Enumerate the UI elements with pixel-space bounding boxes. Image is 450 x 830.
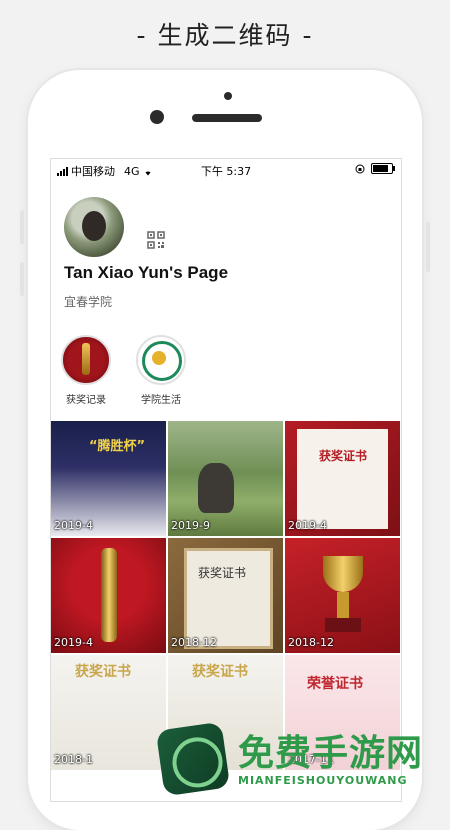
category-campus-life[interactable]: 学院生活 [131,335,191,406]
photo-tile[interactable]: “腾胜杯” 2019-4 [51,421,166,536]
page-title: Tan Xiao Yun's Page [64,263,229,282]
phone-side-button [20,262,24,296]
photo-date: 2018-12 [288,636,334,649]
photo-tile[interactable]: 2018-12 [285,538,400,653]
photo-tile[interactable]: 2019-4 [51,538,166,653]
photo-tile[interactable]: 获奖证书 2018-12 [168,538,283,653]
school-name: 宜春学院 [64,295,113,309]
app-screen: 中国移动 4G 下午 5:37 Tan Xiao Yun's Page 宜春学院 [50,158,402,802]
photo-date: 2019-4 [288,519,327,532]
battery-icon [371,163,395,174]
photo-date: 2019-4 [54,636,93,649]
avatar[interactable] [64,197,124,257]
college-logo-icon [136,335,186,385]
site-watermark: 免费手游网 MIANFEISHOUYOUWANG [155,721,450,800]
watermark-subtext: MIANFEISHOUYOUWANG [238,774,408,787]
photo-tile[interactable]: 获奖证书 2018-1 [51,655,166,770]
photo-date: 2019-9 [171,519,210,532]
photo-tile[interactable]: 获奖证书 2019-4 [285,421,400,536]
photo-date: 2018-12 [171,636,217,649]
watermark-text: 免费手游网 [238,732,424,774]
photo-date: 2018-1 [54,753,93,766]
orientation-lock-icon [355,164,365,173]
photo-date: 2019-4 [54,519,93,532]
banner-title: - 生成二维码 - [136,21,314,50]
photo-tile[interactable]: 2019-9 [168,421,283,536]
category-label: 获奖记录 [66,395,106,406]
front-camera [150,110,164,124]
category-awards[interactable]: 获奖记录 [56,335,116,406]
qr-code-icon[interactable] [147,231,165,249]
status-time: 下午 5:37 [200,165,252,178]
watermark-logo-icon [155,721,231,797]
phone-side-button [20,210,24,244]
front-camera-dot [224,92,232,100]
category-label: 学院生活 [141,395,181,406]
earpiece-speaker [192,114,262,122]
trophy-icon [61,335,111,385]
status-bar: 中国移动 4G 下午 5:37 [51,159,401,181]
phone-side-button [426,222,430,272]
